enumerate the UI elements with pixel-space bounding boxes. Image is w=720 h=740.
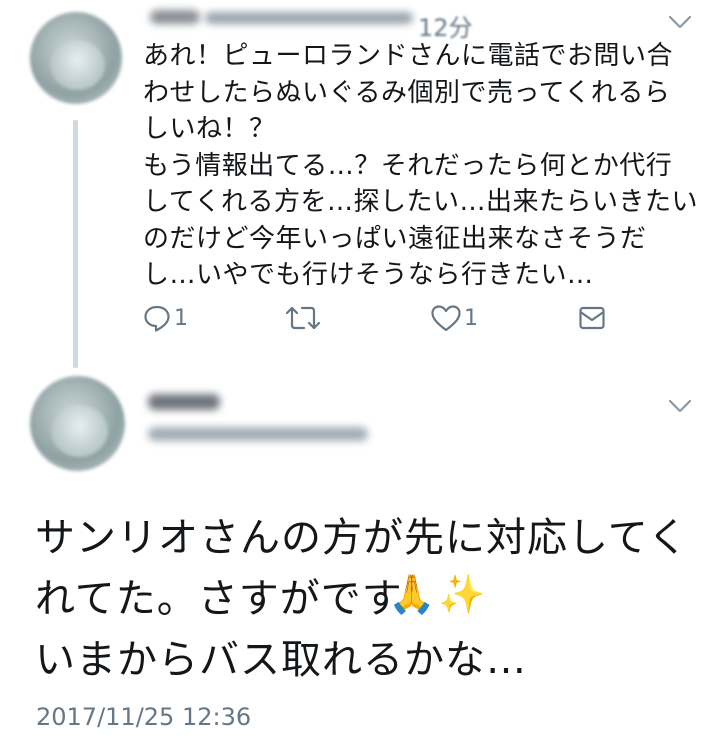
main-author-avatar[interactable] xyxy=(30,376,125,471)
main-author-handle-blurred xyxy=(148,427,368,441)
main-tweet-timestamp: 2017/11/25 12:36 xyxy=(36,703,252,731)
main-tweet-text: サンリオさんの方が先に対応してく れてた。さすがです いまからバス取れるかな… xyxy=(35,515,689,683)
reply-tweet-text: あれ！ピューロランドさんに電話でお問い合 わせしたらぬいぐるみ個別で売ってくれる… xyxy=(143,41,698,290)
reply-more-chevron-down-icon[interactable] xyxy=(668,14,692,30)
reply-author-avatar[interactable] xyxy=(30,12,122,104)
reply-icon xyxy=(144,305,170,332)
main-author-name-blurred[interactable] xyxy=(148,394,220,410)
envelope-icon xyxy=(579,306,605,330)
main-more-chevron-down-icon[interactable] xyxy=(668,398,692,414)
sparkles-emoji: ✨ xyxy=(438,572,486,616)
reply-author-name-blurred[interactable] xyxy=(150,10,200,24)
thread-connector-line xyxy=(73,120,78,368)
reply-count: 1 xyxy=(174,305,188,331)
retweet-icon xyxy=(285,306,321,330)
direct-message-button[interactable] xyxy=(578,300,606,336)
folded-hands-emoji: 🙏 xyxy=(388,572,436,616)
like-count: 1 xyxy=(464,305,478,331)
heart-icon xyxy=(431,305,461,332)
retweet-button[interactable] xyxy=(284,300,322,336)
reply-button[interactable]: 1 xyxy=(142,300,188,336)
like-button[interactable]: 1 xyxy=(430,300,478,336)
reply-author-handle-blurred xyxy=(205,12,413,24)
